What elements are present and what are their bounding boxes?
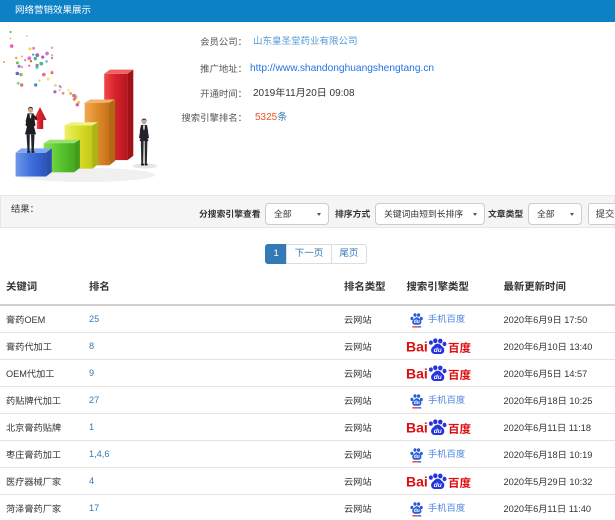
svg-text:百度: 百度 xyxy=(448,475,471,490)
svg-text:du: du xyxy=(433,347,441,354)
svg-text:du: du xyxy=(414,319,420,325)
svg-text:du: du xyxy=(433,482,441,489)
svg-text:du: du xyxy=(414,400,420,406)
svg-text:百度: 百度 xyxy=(448,340,471,355)
svg-text:Bai: Bai xyxy=(406,339,428,355)
svg-text:du: du xyxy=(433,428,441,435)
svg-text:du: du xyxy=(414,454,420,460)
svg-text:百度: 百度 xyxy=(448,367,471,382)
svg-text:du: du xyxy=(433,374,441,381)
svg-text:Bai: Bai xyxy=(406,474,428,490)
svg-text:百度: 百度 xyxy=(448,421,471,436)
svg-text:Bai: Bai xyxy=(406,420,428,436)
svg-text:Bai: Bai xyxy=(406,366,428,382)
svg-text:du: du xyxy=(414,508,420,514)
